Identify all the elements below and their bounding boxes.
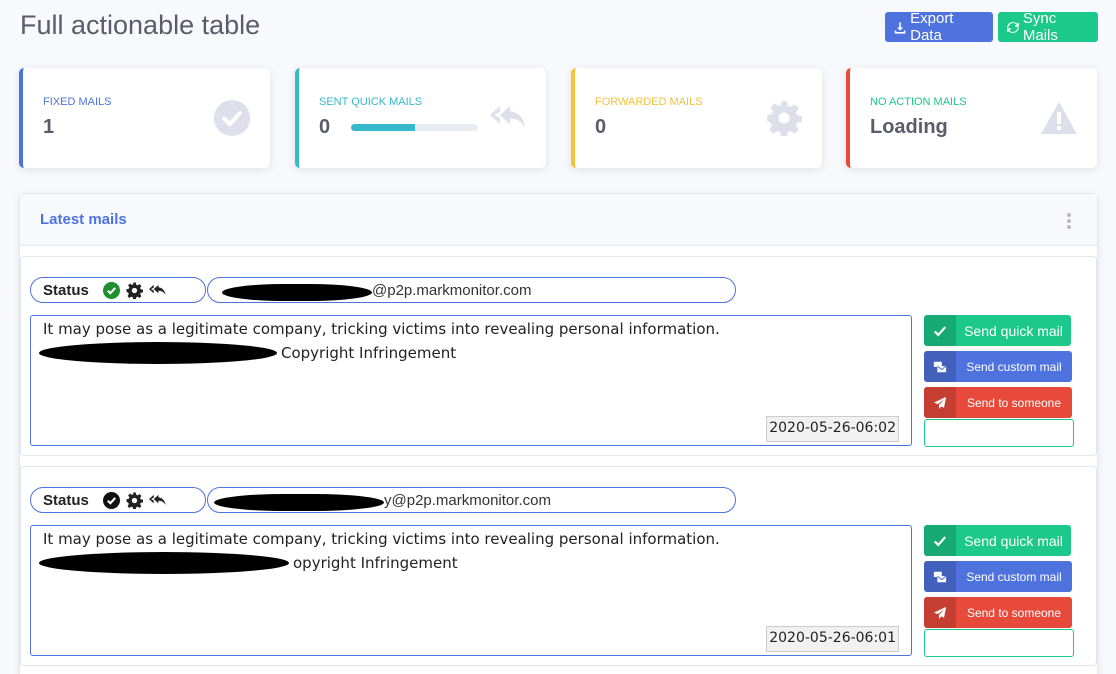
mail-row: Status @p2p.markmonitor.com It may pose …: [20, 256, 1097, 456]
send-quick-mail-label: Send quick mail: [964, 532, 1063, 549]
sender-email-field[interactable]: @p2p.markmonitor.com: [207, 277, 736, 303]
status-gear-icon[interactable]: [126, 492, 143, 509]
page-title: Full actionable table: [20, 10, 261, 40]
sent-quick-mails-card: SENT QUICK MAILS 0: [295, 68, 546, 168]
status-label: Status: [43, 491, 89, 509]
send-custom-mail-button[interactable]: Send custom mail: [924, 351, 1072, 382]
send-custom-mail-label: Send custom mail: [966, 569, 1062, 584]
more-options-icon[interactable]: [1067, 213, 1071, 229]
send-quick-mail-button[interactable]: Send quick mail: [924, 525, 1071, 556]
status-label: Status: [43, 281, 89, 299]
check-icon: [933, 325, 947, 337]
recipient-input[interactable]: [924, 629, 1074, 657]
mail-body: It may pose as a legitimate company, tri…: [30, 315, 912, 446]
mail-row: Status y@p2p.markmonitor.com It may pose…: [20, 466, 1097, 666]
progress-fill: [351, 124, 415, 131]
check-icon: [933, 535, 947, 547]
mail-date: 2020-05-26-06:01: [766, 626, 899, 652]
fixed-mails-value: 1: [43, 116, 55, 138]
send-custom-mail-button[interactable]: Send custom mail: [924, 561, 1072, 592]
sender-email-domain: @p2p.markmonitor.com: [372, 281, 532, 299]
mail-body-line: It may pose as a legitimate company, tri…: [43, 530, 720, 548]
no-action-mails-value: Loading: [870, 116, 948, 138]
send-to-someone-label: Send to someone: [966, 605, 1062, 620]
send-to-someone-label: Send to someone: [966, 395, 1062, 410]
export-data-label: Export Data: [910, 10, 954, 44]
download-icon: [894, 21, 906, 34]
fixed-mails-label: FIXED MAILS: [43, 96, 112, 108]
sent-quick-mails-label: SENT QUICK MAILS: [319, 96, 423, 108]
status-gear-icon[interactable]: [126, 282, 143, 299]
mail-subject-suffix: Copyright Infringement: [281, 344, 457, 362]
no-action-mails-label: NO ACTION MAILS: [870, 96, 967, 108]
send-to-someone-button[interactable]: Send to someone: [924, 597, 1072, 628]
sent-quick-mails-value: 0: [319, 116, 331, 138]
panel-title: Latest mails: [40, 211, 127, 228]
paper-plane-icon: [933, 606, 947, 619]
sender-email-domain: y@p2p.markmonitor.com: [384, 491, 551, 509]
status-reply-all-icon[interactable]: [148, 492, 166, 509]
mail-bulk-icon: [933, 571, 947, 582]
forwarded-mails-value: 0: [595, 116, 607, 138]
sync-mails-label: Sync Mails: [1022, 10, 1058, 44]
gear-icon: [766, 100, 802, 138]
redaction-mark: [39, 552, 289, 574]
redaction-mark: [39, 342, 277, 364]
export-data-button[interactable]: Export Data: [885, 10, 993, 44]
status-reply-all-icon[interactable]: [148, 282, 166, 299]
no-action-mails-card: NO ACTION MAILS Loading: [846, 68, 1097, 168]
recipient-input[interactable]: [924, 419, 1074, 447]
mail-bulk-icon: [933, 361, 947, 372]
forwarded-mails-label: FORWARDED MAILS: [595, 96, 703, 108]
forwarded-mails-card: FORWARDED MAILS 0: [571, 68, 822, 168]
status-check-icon[interactable]: [102, 281, 120, 299]
sender-email-field[interactable]: y@p2p.markmonitor.com: [207, 487, 736, 513]
mail-subject-suffix: opyright Infringement: [293, 554, 458, 572]
redaction-mark: [214, 493, 384, 511]
status-pill: Status: [30, 277, 206, 303]
mail-body: It may pose as a legitimate company, tri…: [30, 525, 912, 656]
status-pill: Status: [30, 487, 206, 513]
mail-date: 2020-05-26-06:02: [766, 416, 899, 442]
panel-header: Latest mails: [20, 194, 1097, 246]
send-custom-mail-label: Send custom mail: [966, 359, 1062, 374]
reply-all-icon: [490, 100, 526, 136]
mail-subject-line: opyright Infringement: [39, 551, 458, 575]
fixed-mails-card: FIXED MAILS 1: [19, 68, 270, 168]
send-quick-mail-button[interactable]: Send quick mail: [924, 315, 1071, 346]
send-quick-mail-label: Send quick mail: [964, 322, 1063, 339]
sync-icon: [1007, 21, 1019, 33]
paper-plane-icon: [933, 396, 947, 409]
sent-quick-mails-progress: [351, 124, 478, 131]
sync-mails-button[interactable]: Sync Mails: [998, 10, 1098, 44]
send-to-someone-button[interactable]: Send to someone: [924, 387, 1072, 418]
status-check-icon[interactable]: [102, 491, 120, 509]
redaction-mark: [222, 283, 372, 301]
check-circle-icon: [214, 100, 250, 136]
warning-icon: [1041, 100, 1077, 136]
mail-subject-line: Copyright Infringement: [39, 341, 456, 365]
mail-body-line: It may pose as a legitimate company, tri…: [43, 320, 720, 338]
latest-mails-panel: Latest mails Status @p2p.markmonitor.com…: [19, 193, 1098, 674]
